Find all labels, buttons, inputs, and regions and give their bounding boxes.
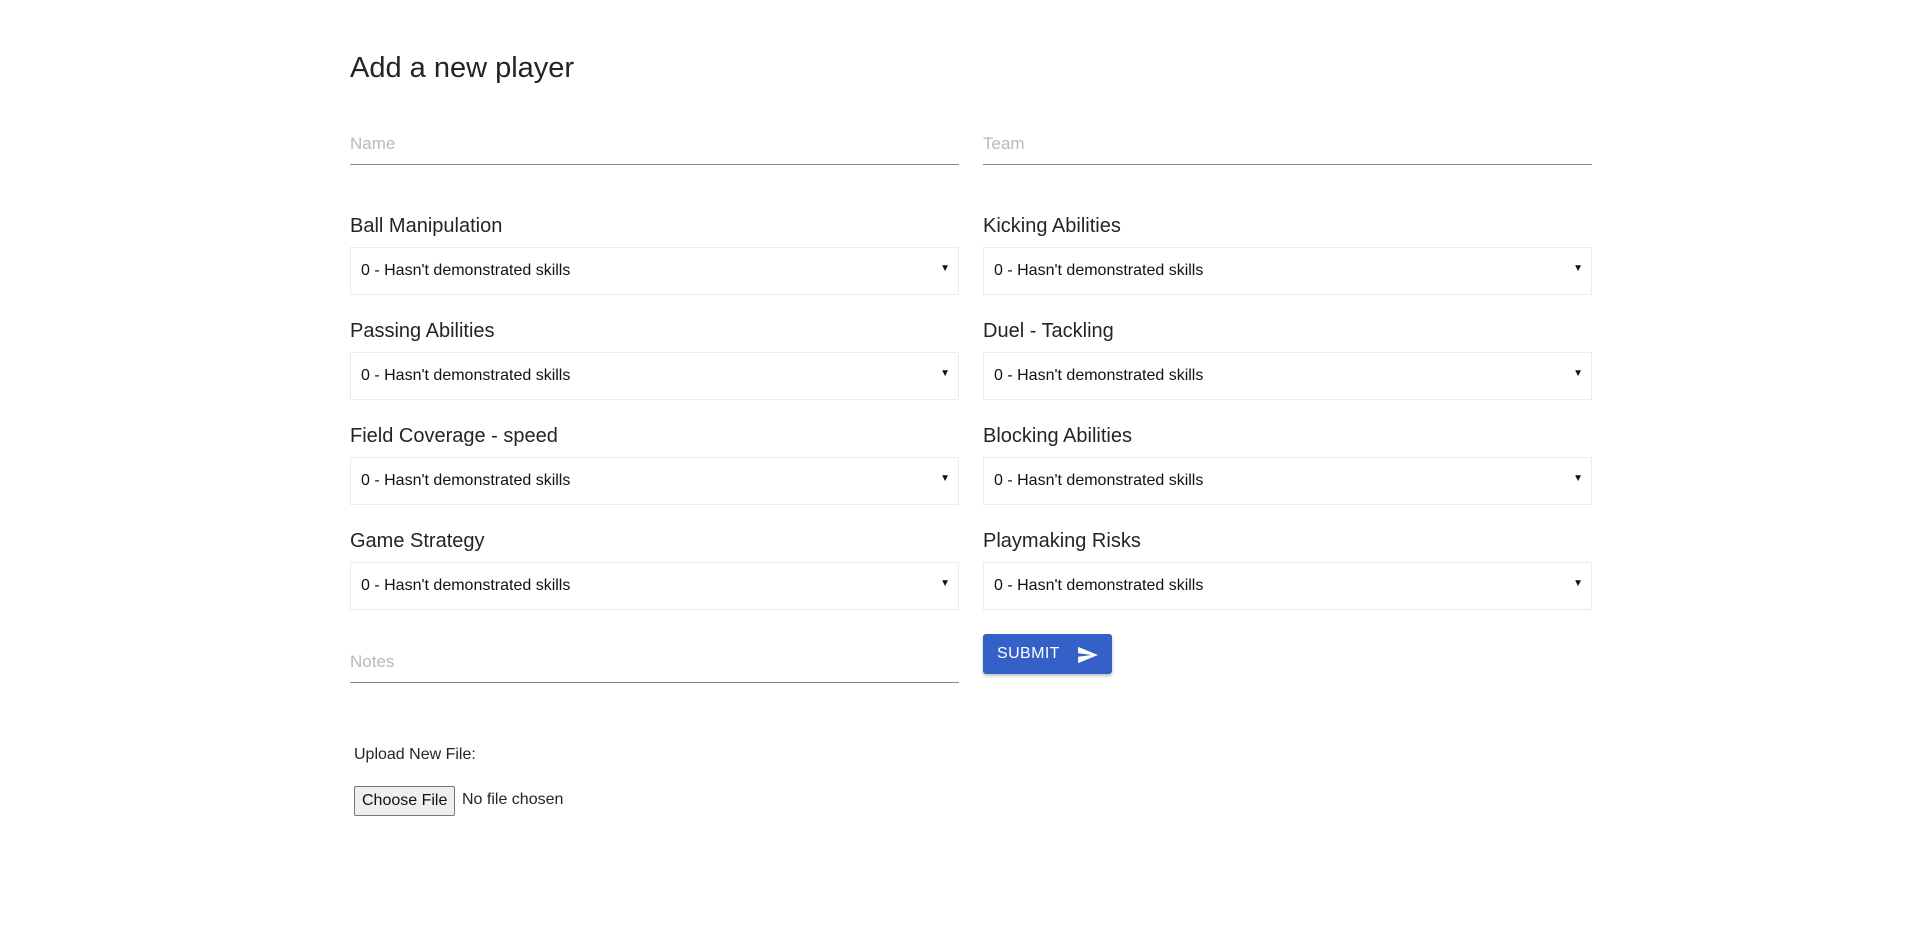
game-strategy-selected-value: 0 - Hasn't demonstrated skills <box>361 577 571 594</box>
kicking-abilities-selected-value: 0 - Hasn't demonstrated skills <box>994 262 1204 279</box>
caret-down-icon: ▼ <box>940 578 950 589</box>
kicking-abilities-select[interactable]: 0 - Hasn't demonstrated skills ▼ <box>983 247 1592 295</box>
playmaking-risks-select[interactable]: 0 - Hasn't demonstrated skills ▼ <box>983 562 1592 610</box>
submit-button[interactable]: SUBMIT <box>983 634 1112 674</box>
ball-manipulation-select[interactable]: 0 - Hasn't demonstrated skills ▼ <box>350 247 959 295</box>
caret-down-icon: ▼ <box>940 263 950 274</box>
field-coverage-speed-select[interactable]: 0 - Hasn't demonstrated skills ▼ <box>350 457 959 505</box>
upload-label: Upload New File: <box>354 746 476 763</box>
choose-file-button[interactable]: Choose File <box>354 786 456 816</box>
field-coverage-speed-label: Field Coverage - speed <box>350 425 558 447</box>
game-strategy-select[interactable]: 0 - Hasn't demonstrated skills ▼ <box>350 562 959 610</box>
submit-label: SUBMIT <box>997 645 1060 662</box>
send-icon <box>1078 646 1098 664</box>
duel-tackling-selected-value: 0 - Hasn't demonstrated skills <box>994 367 1204 384</box>
blocking-abilities-label: Blocking Abilities <box>983 425 1132 447</box>
playmaking-risks-selected-value: 0 - Hasn't demonstrated skills <box>994 577 1204 594</box>
duel-tackling-label: Duel - Tackling <box>983 320 1114 342</box>
caret-down-icon: ▼ <box>1573 473 1583 484</box>
team-field <box>983 128 1592 165</box>
blocking-abilities-select[interactable]: 0 - Hasn't demonstrated skills ▼ <box>983 457 1592 505</box>
passing-abilities-label: Passing Abilities <box>350 320 495 342</box>
team-input[interactable] <box>983 128 1592 160</box>
caret-down-icon: ▼ <box>1573 263 1583 274</box>
field-coverage-speed-selected-value: 0 - Hasn't demonstrated skills <box>361 472 571 489</box>
playmaking-risks-label: Playmaking Risks <box>983 530 1141 552</box>
passing-abilities-selected-value: 0 - Hasn't demonstrated skills <box>361 367 571 384</box>
file-status: No file chosen <box>462 791 564 808</box>
notes-input[interactable] <box>350 646 959 678</box>
page-title: Add a new player <box>350 52 575 84</box>
ball-manipulation-label: Ball Manipulation <box>350 215 503 237</box>
duel-tackling-select[interactable]: 0 - Hasn't demonstrated skills ▼ <box>983 352 1592 400</box>
name-field <box>350 128 959 165</box>
kicking-abilities-label: Kicking Abilities <box>983 215 1121 237</box>
caret-down-icon: ▼ <box>940 368 950 379</box>
caret-down-icon: ▼ <box>1573 368 1583 379</box>
caret-down-icon: ▼ <box>940 473 950 484</box>
blocking-abilities-selected-value: 0 - Hasn't demonstrated skills <box>994 472 1204 489</box>
caret-down-icon: ▼ <box>1573 578 1583 589</box>
game-strategy-label: Game Strategy <box>350 530 485 552</box>
name-input[interactable] <box>350 128 959 160</box>
notes-field <box>350 646 959 683</box>
ball-manipulation-selected-value: 0 - Hasn't demonstrated skills <box>361 262 571 279</box>
passing-abilities-select[interactable]: 0 - Hasn't demonstrated skills ▼ <box>350 352 959 400</box>
